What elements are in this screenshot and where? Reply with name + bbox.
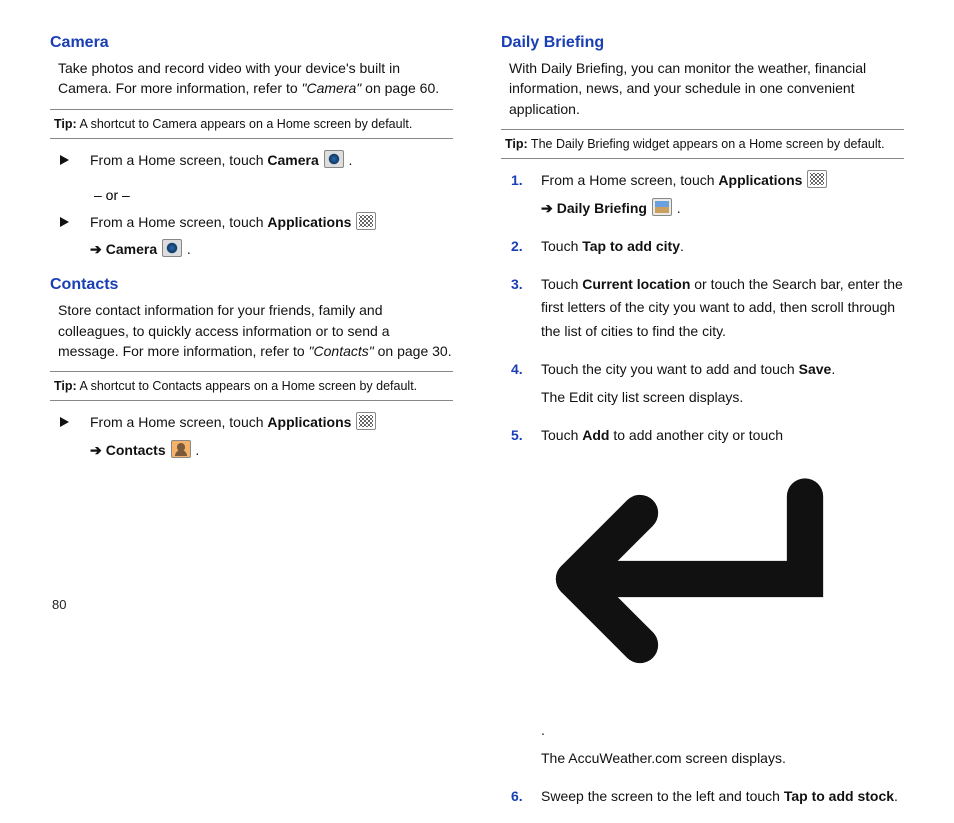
bold: Contacts	[106, 442, 166, 458]
contacts-description: Store contact information for your frien…	[58, 300, 453, 361]
tip-label: Tip:	[54, 379, 77, 393]
reference-italic: "Contacts"	[309, 343, 374, 359]
step-text: Touch the city you want to add and touch…	[541, 358, 904, 410]
text: Sweep the screen to the left and touch	[541, 788, 784, 804]
step-text: Touch Add to add another city or touch .…	[541, 424, 904, 771]
step-text: Touch Tap to add city.	[541, 235, 904, 259]
bullet-icon	[60, 149, 90, 173]
applications-icon	[807, 170, 827, 188]
camera-description: Take photos and record video with your d…	[58, 58, 453, 99]
bold: Tap to add stock	[784, 788, 894, 804]
text: From a Home screen, touch	[90, 214, 267, 230]
text: .	[831, 361, 835, 377]
arrow-icon: ➔	[90, 241, 102, 257]
left-column: Camera Take photos and record video with…	[50, 34, 453, 823]
applications-icon	[356, 212, 376, 230]
bold: Applications	[718, 172, 802, 188]
step-number: 3.	[511, 273, 541, 297]
daily-briefing-icon	[652, 198, 672, 216]
step-number: 6.	[511, 785, 541, 809]
bold: Tap to add city	[582, 238, 680, 254]
bold: Add	[582, 427, 609, 443]
tip-box-daily-briefing: Tip: The Daily Briefing widget appears o…	[501, 129, 904, 159]
camera-icon	[324, 150, 344, 168]
text: .	[541, 722, 545, 738]
text: From a Home screen, touch	[90, 414, 267, 430]
step-text: Sweep the screen to the left and touch T…	[541, 785, 904, 809]
step-item: 2. Touch Tap to add city.	[511, 235, 904, 259]
bold: Current location	[582, 276, 690, 292]
tip-box-camera: Tip: A shortcut to Camera appears on a H…	[50, 109, 453, 139]
page-number: 80	[52, 597, 66, 612]
bold: Daily Briefing	[557, 200, 647, 216]
step-number: 2.	[511, 235, 541, 259]
step-text: From a Home screen, touch Applications ➔…	[541, 169, 904, 221]
text: .	[894, 788, 898, 804]
tip-text: A shortcut to Contacts appears on a Home…	[77, 379, 417, 393]
step-text: From a Home screen, touch Camera .	[90, 149, 453, 173]
bold: Camera	[267, 152, 318, 168]
camera-steps: From a Home screen, touch Camera . – or …	[50, 149, 453, 262]
return-arrow-icon	[541, 698, 904, 714]
tip-text: The Daily Briefing widget appears on a H…	[528, 137, 885, 151]
text: .	[680, 238, 684, 254]
step-subtext: The AccuWeather.com screen displays.	[541, 747, 904, 771]
text: From a Home screen, touch	[541, 172, 718, 188]
step-item: 3. Touch Current location or touch the S…	[511, 273, 904, 344]
bold: Applications	[267, 414, 351, 430]
step-item: From a Home screen, touch Applications ➔…	[60, 411, 453, 463]
text: From a Home screen, touch	[90, 152, 267, 168]
daily-briefing-description: With Daily Briefing, you can monitor the…	[509, 58, 904, 119]
step-item: 6. Sweep the screen to the left and touc…	[511, 785, 904, 809]
tip-label: Tip:	[54, 117, 77, 131]
arrow-icon: ➔	[90, 442, 102, 458]
or-separator: – or –	[94, 187, 453, 203]
bold: Camera	[106, 241, 157, 257]
tip-text: A shortcut to Camera appears on a Home s…	[77, 117, 413, 131]
daily-briefing-steps: 1. From a Home screen, touch Application…	[501, 169, 904, 808]
applications-icon	[356, 412, 376, 430]
section-heading-daily-briefing: Daily Briefing	[501, 34, 904, 52]
tip-label: Tip:	[505, 137, 528, 151]
reference-italic: "Camera"	[302, 80, 362, 96]
text: Touch the city you want to add and touch	[541, 361, 799, 377]
bold: Applications	[267, 214, 351, 230]
bold: Save	[799, 361, 832, 377]
step-number: 4.	[511, 358, 541, 382]
step-text: From a Home screen, touch Applications ➔…	[90, 411, 453, 463]
bullet-icon	[60, 411, 90, 435]
step-number: 5.	[511, 424, 541, 448]
text: Touch	[541, 427, 582, 443]
step-text: Touch Current location or touch the Sear…	[541, 273, 904, 344]
step-item: 4. Touch the city you want to add and to…	[511, 358, 904, 410]
text: on page 60.	[361, 80, 439, 96]
bullet-icon	[60, 211, 90, 235]
tip-box-contacts: Tip: A shortcut to Contacts appears on a…	[50, 371, 453, 401]
arrow-icon: ➔	[541, 200, 553, 216]
step-item: 5. Touch Add to add another city or touc…	[511, 424, 904, 771]
step-text: From a Home screen, touch Applications ➔…	[90, 211, 453, 263]
text: Touch	[541, 276, 582, 292]
contacts-icon	[171, 440, 191, 458]
step-item: From a Home screen, touch Camera .	[60, 149, 453, 173]
contacts-steps: From a Home screen, touch Applications ➔…	[50, 411, 453, 463]
manual-page: Camera Take photos and record video with…	[0, 0, 954, 823]
step-number: 1.	[511, 169, 541, 193]
text: Touch	[541, 238, 582, 254]
step-item: 1. From a Home screen, touch Application…	[511, 169, 904, 221]
camera-icon	[162, 239, 182, 257]
text: on page 30.	[374, 343, 452, 359]
step-subtext: The Edit city list screen displays.	[541, 386, 904, 410]
section-heading-camera: Camera	[50, 34, 453, 52]
step-item: From a Home screen, touch Applications ➔…	[60, 211, 453, 263]
right-column: Daily Briefing With Daily Briefing, you …	[501, 34, 904, 823]
text: to add another city or touch	[609, 427, 783, 443]
section-heading-contacts: Contacts	[50, 276, 453, 294]
